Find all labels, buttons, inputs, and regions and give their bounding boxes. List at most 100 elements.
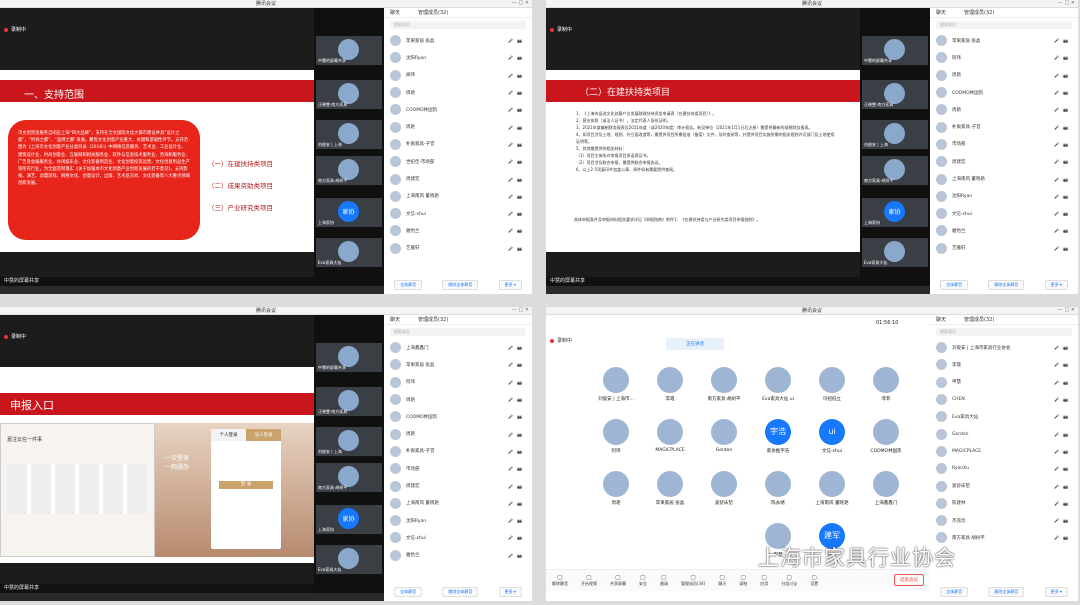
unmute-all-button[interactable]: 解除全体静音 xyxy=(988,587,1025,597)
mic-camera-icon[interactable]: 🎤📷 xyxy=(1054,125,1072,130)
share-bar[interactable]: 中慧的屏幕共享 xyxy=(0,584,314,593)
toolbar-button[interactable]: 安全 xyxy=(639,574,647,587)
gallery-participant[interactable]: 李霞 xyxy=(644,367,696,415)
member-row[interactable]: 上海南风 董晓艳 🎤📷 xyxy=(384,188,532,205)
video-tile[interactable]: 中慧的屏幕共享 xyxy=(316,343,382,373)
toolbar-button[interactable]: 邀请 xyxy=(660,574,668,587)
toolbar-button[interactable]: 共享屏幕 xyxy=(610,574,626,587)
video-tile[interactable]: 刘俊安 | 上海 xyxy=(316,120,382,150)
toolbar-button[interactable]: 开启视频 xyxy=(581,574,597,587)
more-button[interactable]: 更多 ▾ xyxy=(1044,587,1068,597)
mic-camera-icon[interactable]: 🎤📷 xyxy=(508,228,526,233)
video-tile[interactable]: 汪晓雯·南方家具 xyxy=(862,80,928,110)
mic-camera-icon[interactable]: 🎤📷 xyxy=(508,55,526,60)
mic-camera-icon[interactable]: 🎤📷 xyxy=(508,432,526,437)
gallery-participant[interactable]: MAGICPLACE xyxy=(644,419,696,467)
unmute-all-button[interactable]: 解除全体静音 xyxy=(988,280,1025,290)
member-row[interactable]: 朴爽家具-子音 🎤📷 xyxy=(384,443,532,460)
video-tile[interactable]: 南方家具·胡树平 xyxy=(316,156,382,186)
mic-camera-icon[interactable]: 🎤📷 xyxy=(508,535,526,540)
mic-camera-icon[interactable]: 🎤📷 xyxy=(1054,73,1072,78)
mic-camera-icon[interactable]: 🎤📷 xyxy=(1054,380,1072,385)
tab-members[interactable]: 管理成员(32) xyxy=(964,10,994,16)
mic-camera-icon[interactable]: 🎤📷 xyxy=(1054,177,1072,182)
gallery-participant[interactable]: 南方家具·胡树平 xyxy=(698,367,750,415)
gallery-participant[interactable]: 菲菲 xyxy=(860,367,912,415)
video-tile[interactable]: Eva家具大仙 xyxy=(862,238,928,268)
mic-camera-icon[interactable]: 🎤📷 xyxy=(1054,449,1072,454)
toolbar-button[interactable]: 设置 xyxy=(810,574,818,587)
mic-camera-icon[interactable]: 🎤📷 xyxy=(1054,466,1072,471)
mute-all-button[interactable]: 全体静音 xyxy=(940,587,969,597)
mic-camera-icon[interactable]: 🎤📷 xyxy=(508,345,526,350)
member-row[interactable]: 陈建林 🎤📷 xyxy=(930,495,1078,512)
tab-chat[interactable]: 聊天 xyxy=(390,317,400,323)
mute-all-button[interactable]: 全体静音 xyxy=(940,280,969,290)
mute-all-button[interactable]: 全体静音 xyxy=(394,280,423,290)
member-row[interactable]: 刘俊安 | 上海市家具行业协会 🎤📷 xyxy=(930,339,1078,356)
gallery-participant[interactable]: 玛招低立 xyxy=(806,367,858,415)
mic-camera-icon[interactable]: 🎤📷 xyxy=(508,449,526,454)
gallery-participant[interactable]: COOMO林国凯 xyxy=(860,419,912,467)
member-row[interactable]: 艺雅轩 🎤📷 xyxy=(930,240,1078,257)
mic-camera-icon[interactable]: 🎤📷 xyxy=(1054,142,1072,147)
mute-all-button[interactable]: 全体静音 xyxy=(394,587,423,597)
window-controls[interactable]: — □ ✕ xyxy=(1058,307,1075,313)
toolbar-button[interactable]: 应用 xyxy=(760,574,768,587)
member-row[interactable]: 沈阳Ryan 🎤📷 xyxy=(384,49,532,66)
mic-camera-icon[interactable]: 🎤📷 xyxy=(1054,90,1072,95)
member-row[interactable]: 上海南风 董晓艳 🎤📷 xyxy=(930,170,1078,187)
member-row[interactable]: 雅怡兰 🎤📷 xyxy=(930,222,1078,239)
mic-camera-icon[interactable]: 🎤📷 xyxy=(508,73,526,78)
mic-camera-icon[interactable]: 🎤📷 xyxy=(1054,38,1072,43)
member-row[interactable]: Eva家具大仙 🎤📷 xyxy=(930,408,1078,425)
window-controls[interactable]: — □ ✕ xyxy=(512,307,529,313)
mic-camera-icon[interactable]: 🎤📷 xyxy=(508,90,526,95)
member-row[interactable]: 苹果家居 张晶 🎤📷 xyxy=(384,356,532,373)
gallery-participant[interactable]: 上海南风 董晓艳 xyxy=(806,471,858,519)
unmute-all-button[interactable]: 解除全体静音 xyxy=(442,280,479,290)
tab-members[interactable]: 管理成员(32) xyxy=(418,10,448,16)
member-row[interactable]: 爱舒床垫 🎤📷 xyxy=(930,477,1078,494)
tab-chat[interactable]: 聊天 xyxy=(390,10,400,16)
leave-button[interactable]: 结束会议 xyxy=(894,574,924,586)
gallery-participant[interactable]: 苹果家居 张晶 xyxy=(644,471,696,519)
member-row[interactable]: 朴爽家具-子音 🎤📷 xyxy=(384,136,532,153)
more-button[interactable]: 更多 ▾ xyxy=(1044,280,1068,290)
member-row[interactable]: 朴爽家具-子音 🎤📷 xyxy=(930,118,1078,135)
mic-camera-icon[interactable]: 🎤📷 xyxy=(1054,194,1072,199)
mic-camera-icon[interactable]: 🎤📷 xyxy=(1054,518,1072,523)
tab-chat[interactable]: 聊天 xyxy=(936,317,946,323)
member-row[interactable]: 雅怡兰 🎤📷 xyxy=(384,222,532,239)
tab-personal-login[interactable]: 个人登录 xyxy=(211,429,246,441)
mic-camera-icon[interactable]: 🎤📷 xyxy=(508,159,526,164)
mic-camera-icon[interactable]: 🎤📷 xyxy=(508,414,526,419)
mic-camera-icon[interactable]: 🎤📷 xyxy=(508,177,526,182)
member-row[interactable]: 周建宏 🎤📷 xyxy=(384,477,532,494)
gallery-participant[interactable]: 上海鑫鑫门 xyxy=(860,471,912,519)
mic-camera-icon[interactable]: 🎤📷 xyxy=(508,194,526,199)
unmute-all-button[interactable]: 解除全体静音 xyxy=(442,587,479,597)
member-row[interactable]: 申慧 🎤📷 xyxy=(930,374,1078,391)
mic-camera-icon[interactable]: 🎤📷 xyxy=(1054,211,1072,216)
member-row[interactable]: 上海南风 董晓艳 🎤📷 xyxy=(384,495,532,512)
member-row[interactable]: 市场部 🎤📷 xyxy=(384,460,532,477)
mic-camera-icon[interactable]: 🎤📷 xyxy=(508,246,526,251)
toolbar-button[interactable]: 聊天 xyxy=(718,574,726,587)
member-row[interactable]: 沈阳Ryan 🎤📷 xyxy=(384,512,532,529)
video-tile[interactable]: 上海家协 xyxy=(316,198,382,228)
member-row[interactable]: 周建宏 🎤📷 xyxy=(384,170,532,187)
mic-camera-icon[interactable]: 🎤📷 xyxy=(508,38,526,43)
video-tile[interactable]: Eva家具大仙 xyxy=(316,238,382,268)
member-row[interactable]: 文信-shui 🎤📷 xyxy=(930,205,1078,222)
gallery-participant[interactable]: 刘俊安 | 上海市... xyxy=(590,367,642,415)
mic-camera-icon[interactable]: 🎤📷 xyxy=(508,466,526,471)
gallery-participant[interactable]: 宇浩 家协推宇浩 xyxy=(752,419,804,467)
mic-camera-icon[interactable]: 🎤📷 xyxy=(1054,535,1072,540)
member-row[interactable]: RyanXu 🎤📷 xyxy=(930,460,1078,477)
member-row[interactable]: 阿玮 🎤📷 xyxy=(930,49,1078,66)
video-tile[interactable]: Eva家具大仙 xyxy=(316,545,382,575)
member-row[interactable]: 苹果家居 张晶 🎤📷 xyxy=(384,32,532,49)
member-row[interactable]: COOMO林国凯 🎤📷 xyxy=(930,84,1078,101)
gallery-participant[interactable]: 阿玮 xyxy=(590,419,642,467)
